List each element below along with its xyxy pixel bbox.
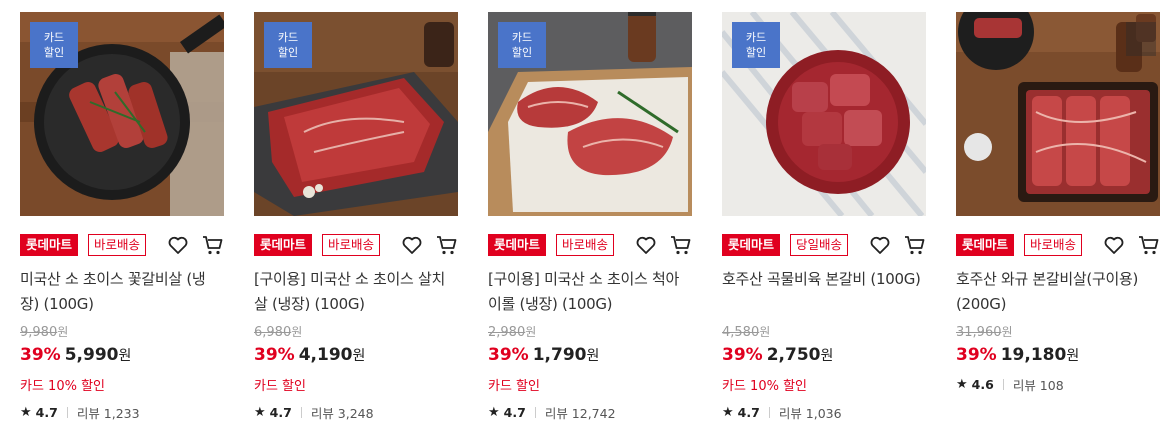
sale-price: 39% 19,180원 [956,345,1080,365]
product-grid: 카드 할인 롯데마트 바로배송 미국산 소 초이스 꽃갈비살 (냉장) (100G… [0,0,1173,442]
product-name[interactable]: 호주산 곡물비육 본갈비 (100G) [722,267,926,317]
original-price: 6,980원 [254,325,303,340]
store-tag: 롯데마트 [722,234,781,256]
rating-row: ★ 4.7 리뷰 1,233 [20,404,140,421]
product-name[interactable]: [구이용] 미국산 소 초이스 척아이롤 (냉장) (100G) [488,267,692,317]
store-tag: 롯데마트 [20,234,79,256]
star-icon: ★ [254,404,266,420]
star-icon: ★ [20,404,32,420]
store-tag: 롯데마트 [488,234,547,256]
original-price: 31,960원 [956,325,1013,340]
product-image[interactable]: 카드 할인 [488,12,692,216]
cart-icon[interactable] [903,233,927,257]
cart-icon[interactable] [669,233,693,257]
review-count: 리뷰 108 [1012,377,1064,393]
star-icon: ★ [956,376,968,392]
product-image[interactable]: 카드 할인 [20,12,224,216]
delivery-tag: 바로배송 [88,234,147,256]
rating-row: ★ 4.6 리뷰 108 [956,376,1064,393]
card-discount-badge: 카드 할인 [264,22,312,68]
cart-icon[interactable] [201,233,225,257]
product-image[interactable]: 카드 할인 [722,12,926,216]
delivery-tag: 바로배송 [1024,234,1083,256]
store-tag: 롯데마트 [254,234,313,256]
delivery-tag: 바로배송 [322,234,381,256]
delivery-tag: 바로배송 [556,234,615,256]
store-tag: 롯데마트 [956,234,1015,256]
product-name[interactable]: 호주산 와규 본갈비살(구이용) (200G) [956,267,1160,317]
sale-price: 39% 2,750원 [722,345,834,365]
discount-rate: 39% [956,345,997,365]
review-count: 리뷰 1,233 [76,405,140,421]
promo-text: 카드 할인 [254,379,306,394]
discount-rate: 39% [254,345,295,365]
star-icon: ★ [722,404,734,420]
delivery-tag: 당일배송 [790,234,849,256]
review-count: 리뷰 12,742 [544,405,616,421]
product-card[interactable]: 카드 할인 롯데마트 바로배송 [구이용] 미국산 소 초이스 살치살 (냉장) … [254,12,458,421]
discount-rate: 39% [722,345,763,365]
product-card[interactable]: 카드 할인 롯데마트 당일배송 호주산 곡물비육 본갈비 (100G) 4,580… [722,12,926,421]
sale-price: 39% 4,190원 [254,345,366,365]
rating-row: ★ 4.7 리뷰 3,248 [254,404,374,421]
original-price: 4,580원 [722,325,771,340]
product-name[interactable]: [구이용] 미국산 소 초이스 살치살 (냉장) (100G) [254,267,458,317]
promo-text: 카드 할인 [488,379,540,394]
product-image[interactable] [956,12,1160,216]
discount-rate: 39% [20,345,61,365]
promo-text: 카드 10% 할인 [722,379,807,394]
discount-rate: 39% [488,345,529,365]
cart-icon[interactable] [435,233,459,257]
heart-outline-icon[interactable] [868,233,892,257]
cart-icon[interactable] [1137,233,1161,257]
product-name[interactable]: 미국산 소 초이스 꽃갈비살 (냉장) (100G) [20,267,224,317]
rating-row: ★ 4.7 리뷰 12,742 [488,404,616,421]
card-discount-badge: 카드 할인 [732,22,780,68]
sale-price: 39% 5,990원 [20,345,132,365]
product-card[interactable]: 카드 할인 롯데마트 바로배송 미국산 소 초이스 꽃갈비살 (냉장) (100G… [20,12,224,421]
heart-outline-icon[interactable] [1102,233,1126,257]
review-count: 리뷰 1,036 [778,405,842,421]
star-icon: ★ [488,404,500,420]
product-card[interactable]: 롯데마트 바로배송 호주산 와규 본갈비살(구이용) (200G) 31,960… [956,12,1160,393]
review-count: 리뷰 3,248 [310,405,374,421]
rating-row: ★ 4.7 리뷰 1,036 [722,404,842,421]
original-price: 2,980원 [488,325,537,340]
promo-text: 카드 10% 할인 [20,379,105,394]
original-price: 9,980원 [20,325,69,340]
heart-outline-icon[interactable] [634,233,658,257]
heart-outline-icon[interactable] [400,233,424,257]
product-image[interactable]: 카드 할인 [254,12,458,216]
card-discount-badge: 카드 할인 [498,22,546,68]
product-card[interactable]: 카드 할인 롯데마트 바로배송 [구이용] 미국산 소 초이스 척아이롤 (냉장)… [488,12,692,421]
heart-outline-icon[interactable] [166,233,190,257]
card-discount-badge: 카드 할인 [30,22,78,68]
sale-price: 39% 1,790원 [488,345,600,365]
